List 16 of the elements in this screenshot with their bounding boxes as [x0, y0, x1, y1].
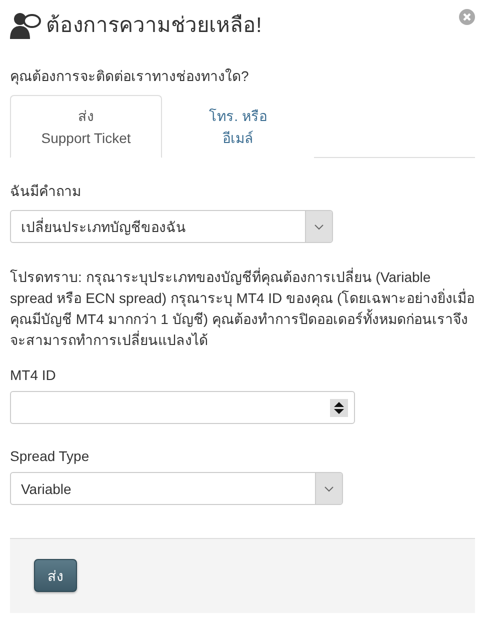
chevron-down-icon	[314, 224, 324, 230]
field-label: Spread Type	[10, 448, 90, 464]
dialog-title: ต้องการความช่วยเหลือ!	[46, 13, 262, 39]
topic-select[interactable]: เปลี่ยนประเภทบัญชีของฉัน	[10, 210, 333, 243]
note-text: โปรดทราบ: กรุณาระบุประเภทของบัญชีที่คุณต้องการเปลี่ยน (Variable spread หรือ ECN spread) กรุณาระบุ MT4 ID ของคุณ (โดยเฉพาะอย่างยิ่งเมื่อคุณมีบัญชี MT4 มากกว่า 1 บัญชี) คุณต้องทำการปิดออเดอร์ทั้งหมดก่อนเราจึงจะสามารถทำการเปลี่ยนแปลงได้	[10, 267, 475, 350]
question-text: คุณต้องการจะติดต่อเราทางช่องทางใด?	[10, 67, 250, 87]
tab[interactable]: ส่ง Support Ticket	[10, 95, 162, 158]
field-label: ฉันมีคำถาม	[10, 182, 82, 201]
mt4-id-input[interactable]	[10, 391, 355, 424]
submit-button[interactable]: ส่ง	[34, 559, 77, 592]
chevron-down-icon	[324, 486, 334, 492]
field-label: MT4 ID	[10, 367, 57, 383]
spinner-icon[interactable]	[330, 398, 348, 416]
spread-type-select[interactable]: Variable	[10, 472, 343, 505]
help-person-icon	[10, 10, 42, 38]
close-icon[interactable]	[459, 9, 475, 25]
